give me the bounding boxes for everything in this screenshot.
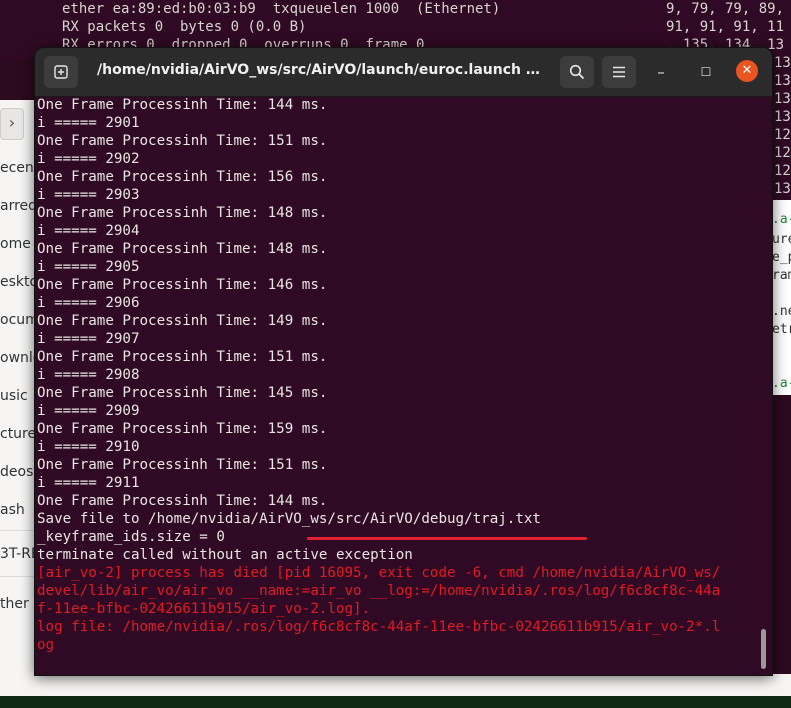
output-line: terminate called without an active excep…: [37, 547, 413, 563]
window-title: /home/nvidia/AirVO_ws/src/AirVO/launch/e…: [97, 62, 547, 78]
sidebar-item[interactable]: deos: [0, 464, 33, 480]
minimize-icon[interactable]: –: [651, 62, 671, 82]
bg-right-line: 13: [774, 109, 791, 125]
background-editor: .a- ure e_p ram .ne etr .a-: [770, 200, 791, 395]
sidebar-item[interactable]: ocum: [0, 312, 39, 328]
error-line: og: [37, 637, 55, 653]
output-line: i ===== 2906: [37, 295, 140, 311]
output-line: i ===== 2907: [37, 331, 140, 347]
bg-right-line: 9, 79, 79, 89,: [666, 1, 785, 17]
bg-right-line: 12: [774, 127, 791, 143]
output-line: One Frame Processinh Time: 156 ms.: [37, 169, 328, 185]
output-line: One Frame Processinh Time: 151 ms.: [37, 133, 328, 149]
output-line: One Frame Processinh Time: 148 ms.: [37, 205, 328, 221]
sidebar-item[interactable]: usic: [0, 388, 28, 404]
bg-right-line: 13: [774, 91, 791, 107]
save-file-line: Save file to /home/nvidia/AirVO_ws/src/A…: [37, 511, 541, 527]
editor-line: .ne: [772, 304, 791, 319]
output-line: One Frame Processinh Time: 151 ms.: [37, 349, 328, 365]
annotation-underline: [307, 537, 587, 540]
close-icon[interactable]: ✕: [736, 60, 758, 82]
output-line: One Frame Processinh Time: 159 ms.: [37, 421, 328, 437]
editor-line: .a-: [772, 376, 791, 391]
output-line: i ===== 2908: [37, 367, 140, 383]
search-icon[interactable]: [560, 56, 594, 88]
sidebar-item[interactable]: eskto: [0, 274, 38, 290]
output-line: i ===== 2903: [37, 187, 140, 203]
bg-right-line: 91, 91, 91, 11: [666, 19, 785, 35]
output-line: i ===== 2904: [37, 223, 140, 239]
output-line: i ===== 2902: [37, 151, 140, 167]
error-line: devel/lib/air_vo/air_vo __name:=air_vo _…: [37, 583, 721, 599]
output-line: One Frame Processinh Time: 145 ms.: [37, 385, 328, 401]
bg-right-line: 12: [774, 145, 791, 161]
sidebar-item[interactable]: cture: [0, 426, 36, 442]
terminal-scrollbar[interactable]: [761, 629, 766, 669]
bg-terminal-line: RX packets 0 bytes 0 (0.0 B): [62, 19, 307, 35]
bg-right-line: 12: [774, 163, 791, 179]
background-window-edge: [140, 674, 791, 696]
output-line: One Frame Processinh Time: 149 ms.: [37, 313, 328, 329]
terminal-window[interactable]: /home/nvidia/AirVO_ws/src/AirVO/launch/e…: [34, 47, 773, 676]
editor-line: etr: [772, 322, 791, 337]
hamburger-menu-icon[interactable]: [602, 56, 636, 88]
error-line: f-11ee-bfbc-02426611b915/air_vo-2.log].: [37, 601, 371, 617]
bg-right-line: 13: [774, 73, 791, 89]
error-line: [air_vo-2] process has died [pid 16095, …: [37, 565, 721, 581]
sidebar-item[interactable]: arred: [0, 198, 37, 214]
editor-line: ure: [772, 232, 791, 247]
chevron-right-icon[interactable]: ›: [0, 108, 24, 140]
sidebar-item[interactable]: ome: [0, 236, 31, 252]
output-line: i ===== 2911: [37, 475, 140, 491]
sidebar-item[interactable]: ash: [0, 502, 25, 518]
terminal-titlebar[interactable]: /home/nvidia/AirVO_ws/src/AirVO/launch/e…: [35, 48, 772, 97]
output-line: One Frame Processinh Time: 151 ms.: [37, 457, 328, 473]
editor-line: ram: [772, 268, 791, 283]
desktop-wallpaper: [0, 696, 791, 708]
bg-terminal-line: ether ea:89:ed:b0:03:b9 txqueuelen 1000 …: [62, 1, 501, 17]
output-line: One Frame Processinh Time: 144 ms.: [37, 97, 328, 113]
editor-line: .a-: [772, 212, 791, 227]
output-line: i ===== 2901: [37, 115, 140, 131]
new-tab-icon[interactable]: [44, 56, 78, 88]
bg-right-line: 13: [774, 55, 791, 71]
output-line: One Frame Processinh Time: 144 ms.: [37, 493, 328, 509]
output-line: i ===== 2905: [37, 259, 140, 275]
maximize-icon[interactable]: ☐: [696, 62, 716, 82]
error-line: log file: /home/nvidia/.ros/log/f6c8cf8c…: [37, 619, 721, 635]
bg-right-line: 13: [774, 181, 791, 197]
terminal-output[interactable]: One Frame Processinh Time: 144 ms. i ===…: [37, 96, 755, 675]
output-line: i ===== 2909: [37, 403, 140, 419]
output-line: One Frame Processinh Time: 148 ms.: [37, 241, 328, 257]
output-line: i ===== 2910: [37, 439, 140, 455]
editor-line: e_p: [772, 250, 791, 265]
output-line: One Frame Processinh Time: 146 ms.: [37, 277, 328, 293]
